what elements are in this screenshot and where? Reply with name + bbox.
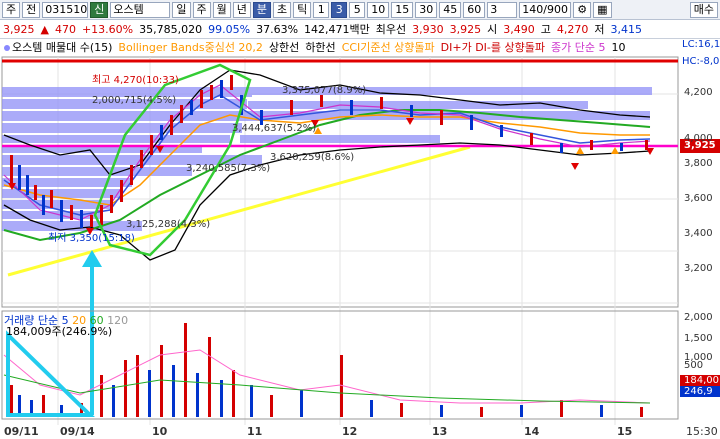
market-selector[interactable]: 주 (2, 1, 21, 18)
price-chart[interactable]: 최고 4,270(10:33) 2,000,715(4.5%) 3,375,07… (0, 55, 720, 425)
open-label: 시 (487, 23, 498, 36)
price-axis-label: 3,200 (684, 263, 713, 274)
credit-tag: 신 (90, 1, 109, 18)
buy-button[interactable]: 매수 (689, 1, 718, 18)
legend-ma10[interactable]: 10 (611, 41, 625, 54)
settings-icon[interactable]: ⚙ (573, 1, 592, 18)
bar-count-input[interactable]: 140/900 (519, 1, 572, 18)
interval-45[interactable]: 45 (439, 1, 462, 18)
best-ask: 3,930 (412, 22, 444, 36)
x-axis-label: 09/14 (60, 425, 95, 438)
interval-5[interactable]: 5 (349, 1, 366, 18)
legend-dmi-signal[interactable]: DI+가 DI-를 상향돌파 (441, 39, 545, 55)
legend-volume-profile[interactable]: 오스템 매물대 수(15) (4, 39, 112, 55)
high-price: 4,270 (556, 22, 589, 36)
annotation-a2: 3,375,077(8.9%) (282, 85, 366, 96)
trade-volume: 35,785,020 (139, 22, 203, 36)
trade-amount: 142,471백만 (304, 23, 370, 36)
price-change-pct: +13.60% (81, 22, 134, 36)
custom-interval-input[interactable]: 3 (487, 1, 518, 18)
period-tick[interactable]: 틱 (293, 1, 312, 18)
turnover-ratio: 37.63% (256, 22, 299, 36)
interval-30[interactable]: 30 (415, 1, 438, 18)
interval-1[interactable]: 1 (313, 1, 330, 18)
annotation-a1: 2,000,715(4.5%) (92, 95, 176, 106)
low-label: 저 (594, 23, 605, 36)
legend-bollinger-mid[interactable]: Bollinger Bands중심선 20,2 (118, 39, 263, 55)
quote-bar: 3,925 ▲ 470 +13.60% 35,785,020 99.05% 37… (0, 20, 720, 39)
vol-axis-pct: 246,9 (684, 386, 713, 397)
period-week[interactable]: 주 (192, 1, 211, 18)
annotation-a5: 3,620,259(8.6%) (270, 152, 354, 163)
annotation-a3: 3,444,637(5.2%) (232, 123, 316, 134)
x-axis-time: 15:30 (686, 425, 718, 438)
x-axis-label: 14 (524, 425, 540, 438)
price-axis-current: 3,925 (684, 140, 716, 151)
legend-cci-signal[interactable]: CCI기준선 상향돌파 (342, 39, 435, 55)
vol-axis-current: 184,00 (684, 375, 719, 386)
stock-name-field[interactable]: 오스템 (110, 1, 171, 18)
price-axis-label: 3,800 (684, 158, 713, 169)
legend-lc: LC:16,1 (682, 39, 720, 50)
x-axis-label: 10 (152, 425, 168, 438)
interval-15[interactable]: 15 (391, 1, 414, 18)
interval-10[interactable]: 10 (367, 1, 390, 18)
indicator-legend: 오스템 매물대 수(15) Bollinger Bands중심선 20,2 상한… (0, 39, 720, 55)
vol-axis-label: 2,000 (684, 312, 713, 323)
top-toolbar: 주 전 031510 신 오스템 일 주 월 년 분 초 틱 1 3 5 10 … (0, 0, 720, 20)
x-axis-label: 13 (432, 425, 448, 438)
x-axis-label: 09/11 (4, 425, 39, 438)
low-annotation: 최저 3,350(15:18) (48, 232, 135, 244)
x-axis-label: 11 (247, 425, 263, 438)
up-arrow-icon: ▲ (40, 22, 49, 36)
legend-lower-band[interactable]: 하한선 (305, 39, 335, 55)
x-axis-label: 15 (617, 425, 633, 438)
x-axis-label: 12 (342, 425, 358, 438)
price-axis-label: 4,200 (684, 87, 713, 98)
annotation-a6: 3,125,288(4.3%) (126, 219, 210, 230)
low-price: 3,415 (610, 22, 643, 36)
price-change: 470 (54, 22, 76, 36)
best-bid: 3,925 (449, 22, 482, 36)
annotation-a4: 3,240,585(7.3%) (186, 163, 270, 174)
legend-upper-band[interactable]: 상한선 (269, 39, 299, 55)
grid-icon[interactable]: ▦ (593, 1, 612, 18)
vol-axis-label: 500 (684, 360, 704, 371)
best-label: 최우선 (375, 23, 407, 36)
period-minute[interactable]: 분 (252, 1, 271, 18)
period-month[interactable]: 월 (212, 1, 231, 18)
high-label: 고 (540, 23, 551, 36)
period-day[interactable]: 일 (172, 1, 191, 18)
price-axis-label: 3,400 (684, 228, 713, 239)
period-year[interactable]: 년 (232, 1, 251, 18)
stock-code-input[interactable]: 031510 (42, 1, 89, 18)
current-price: 3,925 (3, 22, 35, 36)
prev-button[interactable]: 전 (22, 1, 41, 18)
high-annotation: 최고 4,270(10:33) (92, 74, 179, 86)
price-axis-label: 3,600 (684, 193, 713, 204)
interval-60[interactable]: 60 (463, 1, 486, 18)
interval-3[interactable]: 3 (331, 1, 348, 18)
legend-ma5[interactable]: 종가 단순 5 (551, 39, 605, 55)
vol-axis-label: 1,500 (684, 333, 713, 344)
period-second[interactable]: 초 (273, 1, 292, 18)
volume-value: 184,009주(246.9%) (6, 325, 113, 338)
volume-ratio: 99.05% (208, 22, 251, 36)
open-price: 3,490 (503, 22, 535, 36)
